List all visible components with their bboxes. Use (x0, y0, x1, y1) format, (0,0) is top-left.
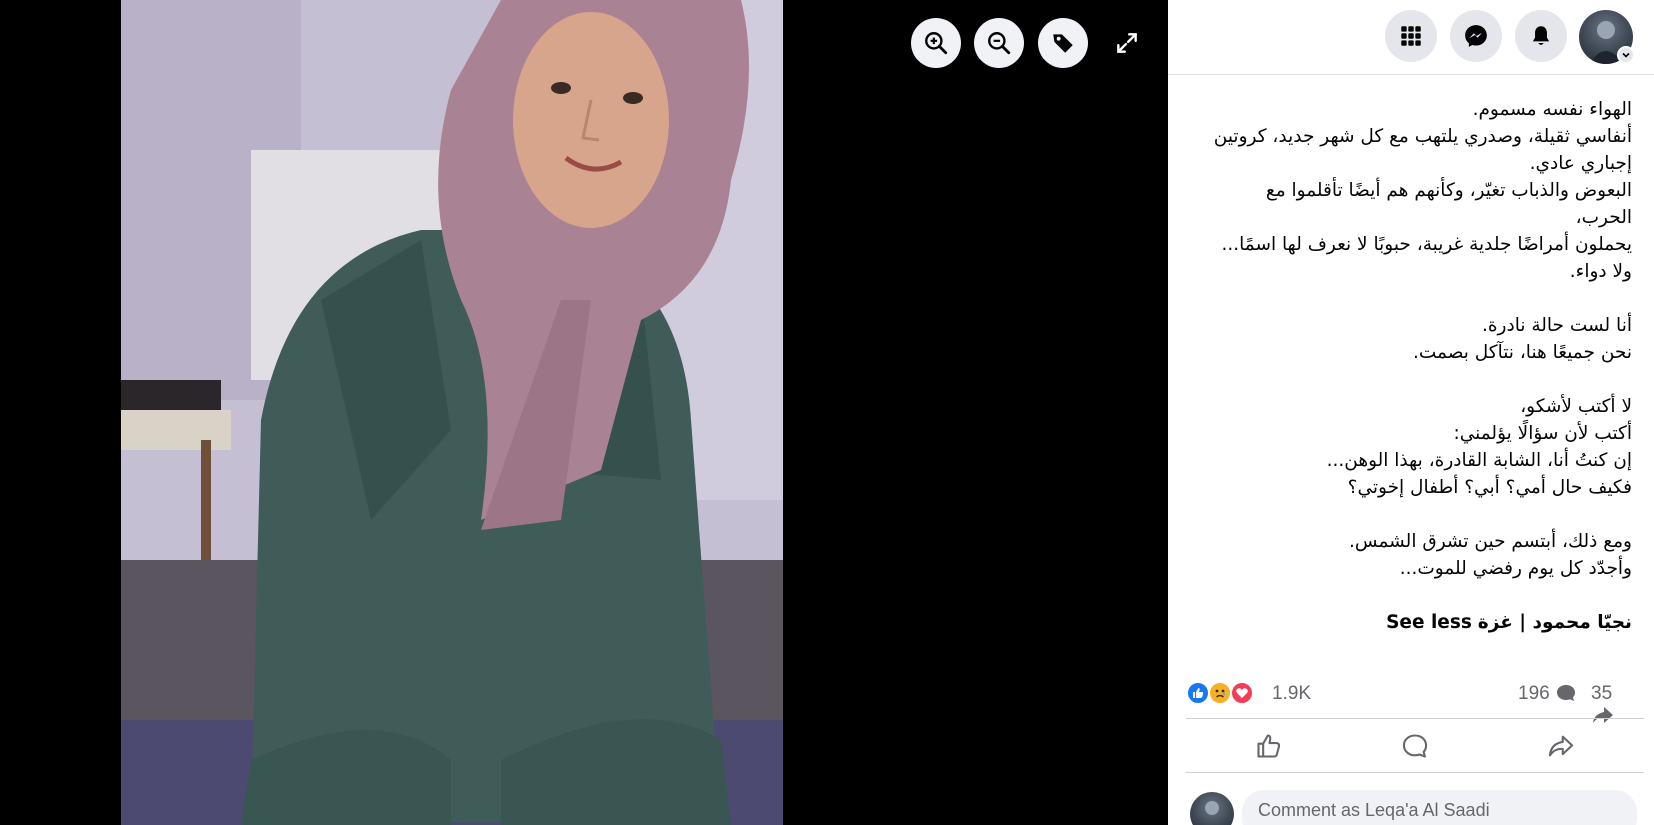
comment-icon (1402, 734, 1428, 758)
post-photo[interactable] (121, 0, 783, 825)
post-line: الحرب، (1575, 207, 1632, 228)
comment-button[interactable] (1355, 726, 1475, 766)
post-signature: نجيّا محمود | غزة See less (1182, 609, 1632, 636)
comments-count[interactable]: 196 (1518, 683, 1577, 705)
share-icon (1548, 735, 1574, 757)
top-navigation (1168, 0, 1654, 75)
account-menu-chevron[interactable] (1617, 46, 1635, 64)
messenger-icon (1465, 25, 1487, 47)
avatar-image (1205, 801, 1219, 815)
zoom-in-button[interactable] (911, 18, 961, 68)
post-line: نحن جميعًا هنا، نتآكل بصمت. (1412, 342, 1632, 363)
post-line: وأجدّد كل يوم رفضي للموت... (1399, 558, 1632, 579)
post-line: البعوض والذباب تغيّر، وكأنهم هم أيضًا تأ… (1265, 180, 1632, 201)
heart-icon (1236, 688, 1248, 698)
post-line: أنا لست حالة نادرة. (1481, 315, 1632, 336)
post-line: إن كنتُ أنا، الشابة القادرة، بهذا الوهن.… (1326, 450, 1632, 471)
post-author: نجيّا محمود | غزة (1477, 612, 1632, 633)
shares-count[interactable]: 35 (1591, 683, 1640, 727)
zoom-in-icon (925, 32, 948, 55)
fullscreen-icon (1117, 33, 1137, 53)
post-line: إجباري عادي. (1529, 153, 1632, 174)
chevron-down-icon (1622, 52, 1630, 58)
reactions-summary: 1.9K 196 35 (1186, 675, 1640, 723)
comment-input[interactable]: Comment as Leqa'a Al Saadi (1242, 790, 1637, 825)
post-line: لا أكتب لأشكو، (1520, 396, 1632, 417)
post-line: فكيف حال أمي؟ أبي؟ أطفال إخوتي؟ (1347, 477, 1632, 498)
sad-reaction-icon[interactable] (1208, 681, 1232, 705)
post-side-panel: الهواء نفسه مسموم. أنفاسي ثقيلة، وصدري ي… (1168, 0, 1654, 825)
menu-grid-icon (1401, 26, 1421, 46)
like-button[interactable] (1209, 726, 1329, 766)
post-line: ومع ذلك، أبتسم حين تشرق الشمس. (1349, 531, 1632, 552)
divider (1186, 772, 1644, 773)
reactions-count[interactable]: 1.9K (1272, 683, 1311, 705)
shares-count-value: 35 (1591, 683, 1613, 704)
notifications-button[interactable] (1515, 10, 1567, 62)
sad-face-icon (1215, 689, 1225, 698)
photo-illustration (121, 0, 783, 825)
zoom-out-button[interactable] (974, 18, 1024, 68)
tag-icon (1053, 34, 1073, 53)
comment-bubble-icon (1556, 685, 1575, 701)
share-button[interactable] (1501, 726, 1621, 766)
commenter-avatar[interactable] (1190, 792, 1234, 825)
like-reaction-icon[interactable] (1186, 681, 1210, 705)
love-reaction-icon[interactable] (1230, 681, 1254, 705)
post-actions (1186, 723, 1644, 769)
fullscreen-button[interactable] (1102, 18, 1152, 68)
post-line: أنفاسي ثقيلة، وصدري يلتهب مع كل شهر جديد… (1213, 126, 1632, 147)
thumbs-up-icon (1193, 688, 1204, 698)
post-text: الهواء نفسه مسموم. أنفاسي ثقيلة، وصدري ي… (1182, 96, 1632, 636)
post-line: أكتب لأن سؤالًا يؤلمني: (1453, 423, 1633, 444)
zoom-out-icon (988, 32, 1011, 55)
post-line: الهواء نفسه مسموم. (1472, 99, 1632, 120)
see-less-link[interactable]: See less (1386, 612, 1472, 633)
photo-viewer (0, 0, 1168, 825)
comments-count-value: 196 (1518, 683, 1550, 704)
tag-photo-button[interactable] (1038, 18, 1088, 68)
share-arrow-icon (1593, 707, 1613, 723)
like-icon (1257, 734, 1281, 758)
messenger-button[interactable] (1450, 10, 1502, 62)
bell-icon (1532, 26, 1550, 45)
divider (1186, 718, 1644, 719)
menu-button[interactable] (1385, 10, 1437, 62)
photo-post-view: الهواء نفسه مسموم. أنفاسي ثقيلة، وصدري ي… (0, 0, 1654, 825)
post-line: يحملون أمراضًا جلدية غريبة، حبوبًا لا نع… (1221, 234, 1632, 255)
post-line: ولا دواء. (1569, 261, 1632, 282)
